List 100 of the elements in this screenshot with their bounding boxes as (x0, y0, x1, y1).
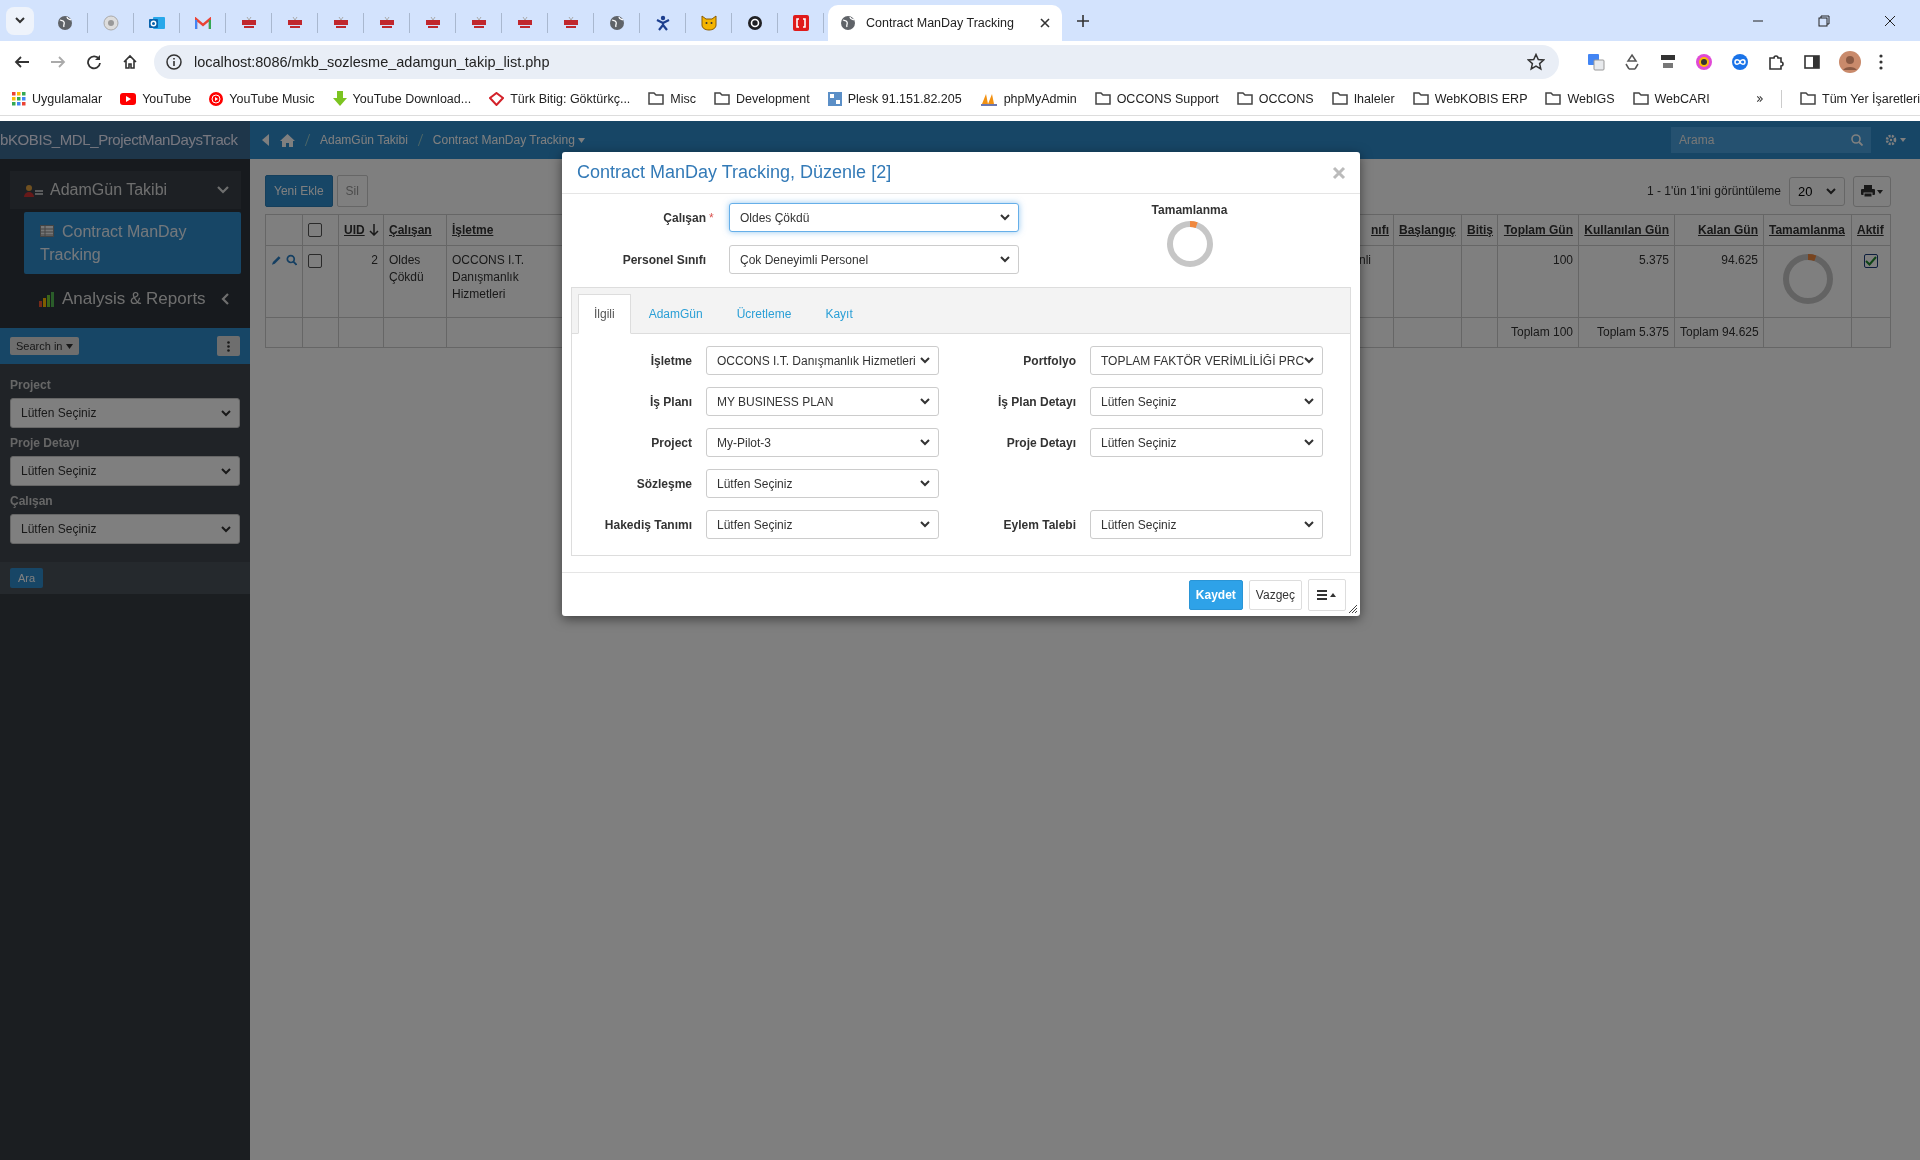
new-tab-icon[interactable] (1076, 13, 1090, 28)
total-cell: Toplam 5.375 (1578, 317, 1675, 348)
globe-icon (56, 15, 73, 31)
sidebar-item[interactable]: Analysis & Reports (10, 280, 241, 318)
tab-search-button[interactable] (6, 6, 34, 35)
select-field[interactable]: Lütfen Seçiniz (10, 456, 240, 486)
select-field[interactable]: Çok Deneyimli Personel (729, 245, 1019, 274)
bookmark[interactable]: Development (714, 91, 810, 106)
field-label: Hakediş Tanımı (603, 517, 692, 532)
bookmark[interactable]: WebIGS (1545, 91, 1615, 106)
bookmark[interactable]: OCCONS (1236, 91, 1314, 106)
form-tab[interactable]: İlgili (578, 294, 631, 334)
caret-left-icon[interactable] (262, 134, 270, 146)
chevron-down-icon (15, 17, 25, 24)
select-field[interactable]: OCCONS I.T. Danışmanlık Hizmetleri (706, 346, 939, 375)
recycle-icon[interactable] (1623, 52, 1641, 71)
bookmark[interactable]: Tüm Yer İşaretleri (1800, 91, 1920, 106)
reload-icon[interactable] (86, 53, 102, 70)
close-icon[interactable] (1884, 14, 1896, 27)
column-header[interactable]: Kullanılan Gün (1578, 214, 1675, 246)
avatar-icon[interactable] (1839, 50, 1861, 73)
bookmark[interactable]: WebKOBIS ERP (1412, 91, 1528, 106)
globe-icon (840, 15, 856, 31)
color-circle-icon[interactable] (1695, 52, 1713, 71)
search-in-dropdown[interactable]: Search in (10, 337, 80, 355)
infinity-icon[interactable] (1731, 52, 1749, 71)
column-header[interactable]: Aktif (1851, 214, 1891, 246)
bookmark[interactable]: OCCONS Support (1094, 91, 1219, 106)
field-label: Personel Sınıfı (621, 252, 706, 267)
bookmark[interactable]: Uygulamalar (12, 91, 103, 106)
select-field[interactable]: Oldes Çökdü (729, 203, 1019, 232)
field-label: İşletme (649, 353, 692, 368)
column-header[interactable]: UID (338, 214, 384, 246)
select-field[interactable]: Lütfen Seçiniz (706, 469, 939, 498)
chevron-down-icon (1304, 398, 1314, 405)
column-header[interactable]: Toplam Gün (1497, 214, 1579, 246)
dialog-button[interactable]: Vazgeç (1248, 580, 1302, 610)
select-field[interactable]: Lütfen Seçiniz (10, 398, 240, 428)
chevron-down-icon (920, 521, 930, 528)
progress-donut (1780, 252, 1835, 306)
folder-icon (648, 92, 665, 105)
total-cell: Toplam 94.625 (1674, 317, 1764, 348)
column-header[interactable]: Bitiş (1461, 214, 1498, 246)
select-field[interactable]: Lütfen Seçiniz (1090, 428, 1323, 457)
bookmark[interactable]: Ihaleler (1331, 91, 1395, 106)
row-checkbox[interactable] (308, 253, 322, 268)
bookmark[interactable]: Plesk 91.151.82.205 (827, 91, 962, 106)
table-cell: 5.375 (1578, 245, 1675, 318)
puzzle-icon[interactable] (1767, 52, 1785, 71)
chevron-down-icon (1000, 256, 1010, 263)
print-button[interactable] (1853, 175, 1891, 207)
restore-icon[interactable] (1818, 14, 1830, 27)
column-header[interactable]: Çalışan (383, 214, 447, 246)
chevron-down-icon (217, 186, 229, 194)
bookmark[interactable]: YouTube Download... (332, 91, 472, 106)
column-header[interactable]: Tamamlanma (1763, 214, 1852, 246)
star-icon[interactable] (1527, 52, 1545, 71)
home-icon[interactable] (122, 53, 138, 70)
more-menu-icon[interactable] (1879, 53, 1883, 70)
chevron-down-icon (221, 467, 231, 475)
bookmark[interactable]: YouTube (120, 91, 192, 106)
download-arrow-icon (332, 91, 347, 106)
close-icon[interactable] (1040, 18, 1050, 28)
column-header[interactable]: Kalan Gün (1674, 214, 1764, 246)
back-arrow-icon[interactable] (14, 53, 30, 70)
field-label: Eylem Talebi (1002, 517, 1076, 532)
table-cell: 94.625 (1674, 245, 1764, 318)
select-field[interactable]: TOPLAM FAKTÖR VERİMLİLİĞİ PRC (1090, 346, 1323, 375)
active-checkbox[interactable] (1864, 253, 1878, 268)
side-panel-icon[interactable] (1803, 52, 1821, 71)
options-button[interactable] (217, 336, 240, 356)
column-header[interactable]: Başlangıç (1393, 214, 1462, 246)
browser-tab[interactable]: Contract ManDay Tracking (828, 5, 1062, 41)
chevron-down-icon (1826, 187, 1836, 195)
total-cell: Toplam 100 (1497, 317, 1579, 348)
select-field[interactable]: Lütfen Seçiniz (1090, 510, 1323, 539)
page-size-select[interactable]: 20 (1789, 176, 1845, 206)
settings-icon[interactable] (1885, 134, 1907, 146)
more-actions-button[interactable] (1308, 579, 1346, 611)
address-field[interactable]: localhost:8086/mkb_sozlesme_adamgun_takip_list.php (154, 44, 1559, 79)
filter-label: Çalışan (10, 494, 54, 508)
bookmark[interactable]: YouTube Music (209, 91, 315, 106)
select-field[interactable]: Lütfen Seçiniz (706, 510, 939, 539)
bracket-icon (792, 15, 809, 31)
bookmark[interactable]: phpMyAdmin (979, 91, 1077, 106)
bookmark[interactable]: Türk Bitig: Göktürkç... (489, 91, 631, 106)
field-label: Project (650, 435, 692, 450)
select-field[interactable]: MY BUSINESS PLAN (706, 387, 939, 416)
bookmark[interactable]: Misc (648, 91, 697, 106)
resize-grip-icon[interactable] (1349, 605, 1357, 613)
translate-icon[interactable] (1587, 52, 1605, 71)
select-field[interactable]: My-Pilot-3 (706, 428, 939, 457)
folder-icon (714, 92, 731, 105)
edit-icon[interactable] (271, 254, 283, 266)
select-field[interactable]: Lütfen Seçiniz (1090, 387, 1323, 416)
search-icon[interactable] (285, 254, 297, 266)
select-field[interactable]: Lütfen Seçiniz (10, 514, 240, 544)
tools-icon[interactable] (1659, 52, 1677, 71)
bookmark[interactable]: WebCARI (1632, 91, 1710, 106)
select-all-checkbox[interactable] (308, 223, 322, 238)
